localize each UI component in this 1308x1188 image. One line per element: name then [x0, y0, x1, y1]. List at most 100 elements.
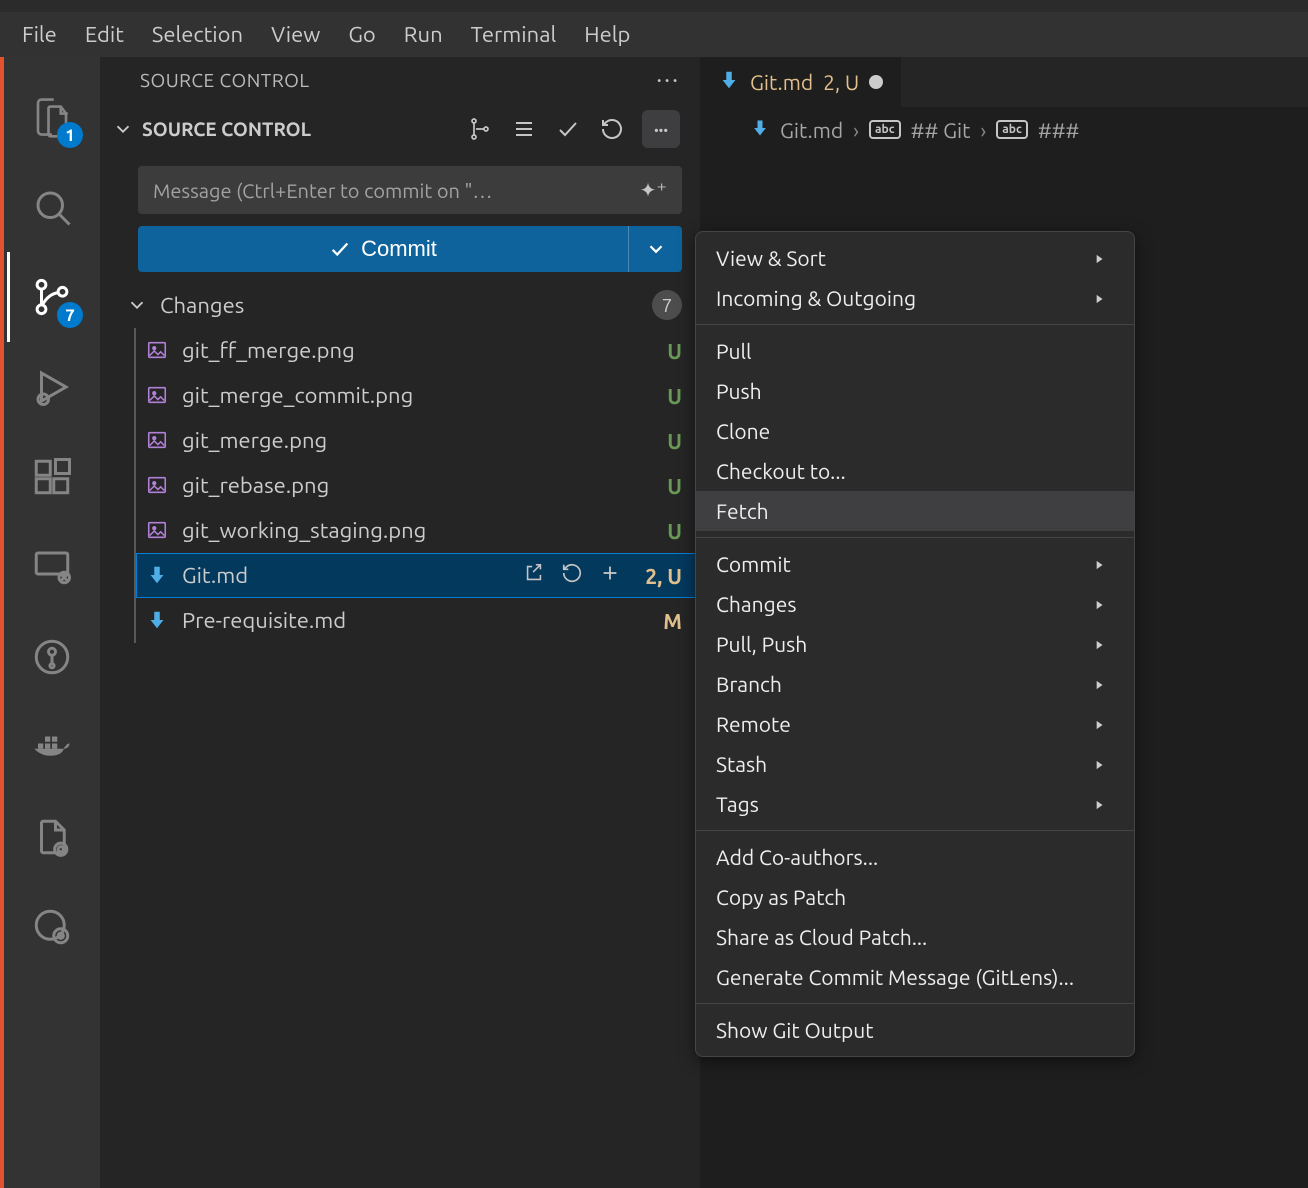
commit-message-input[interactable]: Message (Ctrl+Enter to commit on "… ✦⁺: [138, 166, 682, 214]
menu-item-stash[interactable]: Stash: [696, 744, 1134, 784]
stage-icon[interactable]: [599, 562, 621, 589]
scm-check-icon[interactable]: [554, 115, 582, 143]
scm-list-icon[interactable]: [510, 115, 538, 143]
menu-item-generate-commit-message-gitlens[interactable]: Generate Commit Message (GitLens)...: [696, 957, 1134, 997]
discard-icon[interactable]: [561, 562, 583, 589]
chevron-down-icon: [126, 294, 148, 316]
chevron-right-icon: [1092, 792, 1106, 816]
editor-tab-bar: Git.md 2, U: [700, 57, 1308, 107]
menu-item-push[interactable]: Push: [696, 371, 1134, 411]
tab-dirty-indicator[interactable]: [869, 75, 883, 89]
changes-count-badge: 7: [652, 290, 682, 320]
menu-item-label: Show Git Output: [716, 1018, 874, 1042]
file-row[interactable]: Git.md 2, U: [136, 553, 700, 598]
menu-item-label: Pull: [716, 339, 752, 363]
menu-item-clone[interactable]: Clone: [696, 411, 1134, 451]
menu-bar: File Edit Selection View Go Run Terminal…: [0, 12, 1308, 57]
tab-filename: Git.md: [750, 70, 813, 94]
scm-more-icon[interactable]: ···: [642, 110, 680, 148]
menu-item-add-co-authors[interactable]: Add Co-authors...: [696, 837, 1134, 877]
menu-item-commit[interactable]: Commit: [696, 544, 1134, 584]
image-icon: [146, 519, 170, 543]
activity-docker[interactable]: [7, 702, 97, 792]
commit-dropdown[interactable]: [628, 226, 682, 272]
file-status: M: [663, 609, 682, 633]
file-status: U: [667, 429, 682, 453]
menu-item-share-as-cloud-patch[interactable]: Share as Cloud Patch...: [696, 917, 1134, 957]
file-row[interactable]: git_merge.png U: [136, 418, 700, 463]
image-icon: [146, 429, 170, 453]
open-file-icon[interactable]: [523, 562, 545, 589]
chevron-right-icon: [1092, 632, 1106, 656]
chevron-right-icon: [1092, 246, 1106, 270]
scm-section-title: SOURCE CONTROL: [142, 118, 311, 140]
sparkle-icon[interactable]: ✦⁺: [640, 178, 667, 202]
breadcrumb-file[interactable]: Git.md: [780, 118, 843, 142]
menu-item-label: Remote: [716, 712, 791, 736]
file-row[interactable]: git_ff_merge.png U: [136, 328, 700, 373]
menu-view[interactable]: View: [257, 14, 334, 55]
menu-edit[interactable]: Edit: [71, 14, 138, 55]
menu-item-fetch[interactable]: Fetch: [696, 491, 1134, 531]
menu-item-label: Tags: [716, 792, 759, 816]
activity-extensions[interactable]: [7, 432, 97, 522]
editor-tab[interactable]: Git.md 2, U: [700, 57, 901, 107]
menu-item-copy-as-patch[interactable]: Copy as Patch: [696, 877, 1134, 917]
symbol-icon: abc: [996, 120, 1028, 139]
menu-item-view-sort[interactable]: View & Sort: [696, 238, 1134, 278]
file-status: U: [667, 339, 682, 363]
menu-item-tags[interactable]: Tags: [696, 784, 1134, 824]
menu-item-changes[interactable]: Changes: [696, 584, 1134, 624]
activity-run-debug[interactable]: [7, 342, 97, 432]
menu-go[interactable]: Go: [334, 14, 389, 55]
menu-item-checkout-to[interactable]: Checkout to...: [696, 451, 1134, 491]
activity-remote[interactable]: [7, 522, 97, 612]
activity-source-control[interactable]: 7: [7, 252, 97, 342]
file-name: git_rebase.png: [182, 473, 329, 498]
menu-item-label: Share as Cloud Patch...: [716, 925, 927, 949]
menu-item-remote[interactable]: Remote: [696, 704, 1134, 744]
menu-item-show-git-output[interactable]: Show Git Output: [696, 1010, 1134, 1050]
menu-item-label: Commit: [716, 552, 791, 576]
markdown-icon: [750, 118, 770, 142]
sidebar-more-icon[interactable]: ···: [656, 66, 680, 93]
menu-item-incoming-outgoing[interactable]: Incoming & Outgoing: [696, 278, 1134, 318]
commit-button[interactable]: Commit: [138, 226, 628, 272]
menu-item-label: Branch: [716, 672, 782, 696]
breadcrumb-section[interactable]: ## Git: [911, 118, 971, 142]
menu-item-label: Generate Commit Message (GitLens)...: [716, 965, 1074, 989]
scm-graph-icon[interactable]: [466, 115, 494, 143]
menu-item-pull-push[interactable]: Pull, Push: [696, 624, 1134, 664]
menu-terminal[interactable]: Terminal: [457, 14, 571, 55]
image-icon: [146, 384, 170, 408]
activity-inspect[interactable]: [7, 882, 97, 972]
scm-refresh-icon[interactable]: [598, 115, 626, 143]
md-icon: [146, 609, 170, 633]
menu-separator: [696, 324, 1134, 325]
chevron-down-icon[interactable]: [112, 118, 134, 140]
file-status: U: [667, 474, 682, 498]
activity-search[interactable]: [7, 162, 97, 252]
menu-run[interactable]: Run: [390, 14, 457, 55]
activity-cpp[interactable]: [7, 792, 97, 882]
breadcrumbs[interactable]: Git.md › abc ## Git › abc ###: [700, 107, 1308, 153]
menu-item-label: Copy as Patch: [716, 885, 846, 909]
menu-selection[interactable]: Selection: [138, 14, 257, 55]
breadcrumb-subsection[interactable]: ###: [1038, 118, 1079, 142]
menu-help[interactable]: Help: [570, 14, 644, 55]
menu-item-label: Push: [716, 379, 762, 403]
changes-header[interactable]: Changes 7: [100, 280, 700, 328]
explorer-badge: 1: [57, 122, 83, 148]
menu-file[interactable]: File: [8, 14, 71, 55]
activity-explorer[interactable]: 1: [7, 72, 97, 162]
menu-item-pull[interactable]: Pull: [696, 331, 1134, 371]
file-name: git_merge.png: [182, 428, 327, 453]
file-row[interactable]: git_working_staging.png U: [136, 508, 700, 553]
file-row[interactable]: git_rebase.png U: [136, 463, 700, 508]
scm-context-menu[interactable]: View & SortIncoming & Outgoing Pull Push Cl…: [695, 231, 1135, 1057]
file-row[interactable]: git_merge_commit.png U: [136, 373, 700, 418]
commit-button-label: Commit: [361, 236, 437, 262]
menu-item-branch[interactable]: Branch: [696, 664, 1134, 704]
activity-gitlens[interactable]: [7, 612, 97, 702]
file-row[interactable]: Pre-requisite.md M: [136, 598, 700, 643]
